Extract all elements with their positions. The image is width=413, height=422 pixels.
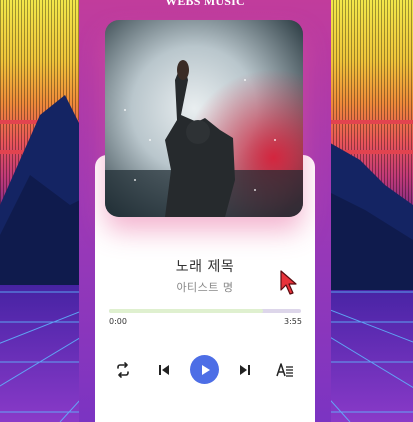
repeat-icon [117,362,129,378]
progress-fill [109,309,263,313]
album-art [105,20,303,217]
repeat-button[interactable] [111,358,135,382]
lyrics-button[interactable] [273,358,297,382]
brand-title: WEBS MUSIC [165,0,245,8]
mouse-cursor-icon [280,270,297,295]
skip-next-icon [240,365,250,375]
play-button[interactable] [190,355,219,384]
play-icon [201,364,210,375]
duration-time: 3:55 [284,317,302,326]
current-time: 0:00 [109,317,127,326]
lyrics-text-icon [276,363,293,377]
mountain-right [325,140,413,290]
skip-previous-icon [159,365,169,375]
next-button[interactable] [233,358,257,382]
progress-bar[interactable] [109,309,301,313]
mountain-left [0,95,90,285]
previous-button[interactable] [152,358,176,382]
